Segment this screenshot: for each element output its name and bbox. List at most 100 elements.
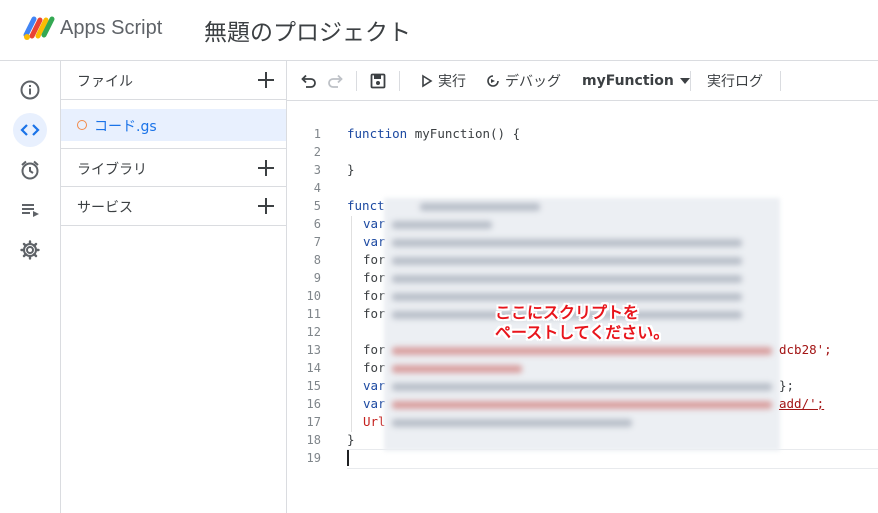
annotation-line: ペーストしてください。 [495, 323, 670, 342]
line-number: 12 [306, 325, 321, 339]
toolbar-divider [399, 71, 400, 91]
line-number: 18 [306, 433, 321, 447]
line-number: 9 [313, 271, 321, 285]
run-label: 実行 [438, 74, 466, 90]
files-panel: ファイル コード.gs ライブラリ サービス [61, 61, 287, 513]
services-section: サービス [61, 187, 286, 226]
redacted-code-bar [392, 419, 632, 427]
code-line: } [347, 162, 355, 177]
code-line: for [363, 252, 386, 267]
libraries-section: ライブラリ [61, 148, 286, 187]
file-status-dot-icon [77, 120, 87, 130]
line-number: 7 [313, 235, 321, 249]
overview-button[interactable] [13, 73, 47, 107]
playlist-run-icon [22, 204, 39, 217]
code-line: var [363, 234, 386, 249]
undo-button[interactable] [299, 61, 317, 101]
redacted-code-bar [392, 293, 742, 301]
code-line: function myFunction() { [347, 126, 520, 141]
code-line: var [363, 396, 386, 411]
settings-button[interactable] [13, 233, 47, 267]
redacted-code-bar [392, 365, 522, 373]
debug-button[interactable]: デバッグ [485, 61, 561, 101]
save-icon [370, 73, 386, 89]
code-line-tail: dcb28'; [779, 342, 832, 357]
debug-label: デバッグ [505, 74, 561, 90]
text-caret [347, 450, 349, 466]
add-service-icon[interactable] [256, 196, 276, 216]
toolbar-divider [690, 71, 691, 91]
line-number: 19 [306, 451, 321, 465]
line-number: 16 [306, 397, 321, 411]
code-line: for [363, 288, 386, 303]
line-number: 11 [306, 307, 321, 321]
redacted-code-bar [392, 257, 742, 265]
toolbar-divider [780, 71, 781, 91]
redacted-code-bar [392, 383, 772, 391]
info-icon [20, 80, 40, 100]
project-title[interactable]: 無題のプロジェクト [204, 13, 411, 47]
code-line: Url [363, 414, 386, 429]
paste-instruction-annotation: ここにスクリプトを ペーストしてください。 [495, 303, 669, 343]
save-button[interactable] [369, 61, 387, 101]
toolbar-divider [356, 71, 357, 91]
annotation-line: ここにスクリプトを [495, 303, 640, 322]
code-line: for [363, 306, 386, 321]
code-line-tail: add/'; [779, 396, 824, 411]
add-library-icon[interactable] [256, 158, 276, 178]
redacted-code-bar [392, 347, 772, 355]
executions-button[interactable] [13, 193, 47, 227]
line-number: 10 [306, 289, 321, 303]
code-line: for [363, 360, 386, 375]
line-number: 1 [313, 127, 321, 141]
code-line: for [363, 342, 386, 357]
code-keyword: function [347, 126, 408, 141]
code-line-tail: }; [779, 378, 795, 393]
app-name: Apps Script [60, 17, 163, 39]
editor-toolbar: 実行 デバッグ myFunction 実行ログ [287, 61, 878, 101]
file-item-code-gs[interactable]: コード.gs [61, 109, 286, 141]
line-number: 6 [313, 217, 321, 231]
function-select[interactable]: myFunction [582, 61, 691, 101]
code-line: } [347, 432, 355, 447]
apps-script-logo[interactable] [22, 13, 56, 43]
alarm-clock-icon [21, 160, 39, 180]
triggers-button[interactable] [13, 153, 47, 187]
gear-icon [20, 240, 40, 260]
redo-button[interactable] [327, 61, 345, 101]
code-line: var [363, 216, 386, 231]
current-line-highlight [347, 449, 878, 469]
line-number: 17 [306, 415, 321, 429]
libraries-label: ライブラリ [77, 162, 147, 178]
redacted-code-bar [420, 203, 540, 211]
services-label: サービス [77, 200, 133, 216]
function-select-value: myFunction [582, 73, 674, 89]
line-number: 13 [306, 343, 321, 357]
editor-button[interactable] [13, 113, 47, 147]
line-number: 15 [306, 379, 321, 393]
line-number: 4 [313, 181, 321, 195]
execution-log-button[interactable]: 実行ログ [707, 61, 763, 101]
line-number: 2 [313, 145, 321, 159]
redacted-code-bar [392, 275, 742, 283]
indent-guide [351, 216, 352, 432]
left-nav-rail [0, 61, 61, 513]
undo-icon [301, 74, 316, 88]
line-number: 5 [313, 199, 321, 213]
code-line: var [363, 378, 386, 393]
line-number: 14 [306, 361, 321, 375]
files-label: ファイル [77, 74, 133, 90]
redacted-code-bar [392, 221, 492, 229]
play-icon [422, 74, 433, 88]
files-header: ファイル [61, 61, 286, 100]
debug-icon [487, 75, 499, 87]
code-text: myFunction() { [407, 126, 521, 141]
line-number: 8 [313, 253, 321, 267]
code-line: funct [347, 198, 385, 213]
run-button[interactable]: 実行 [421, 61, 466, 101]
redo-icon [328, 74, 343, 88]
add-file-icon[interactable] [256, 70, 276, 90]
line-number: 3 [313, 163, 321, 177]
code-icon [20, 124, 40, 136]
code-url-fragment: add/'; [779, 396, 825, 411]
